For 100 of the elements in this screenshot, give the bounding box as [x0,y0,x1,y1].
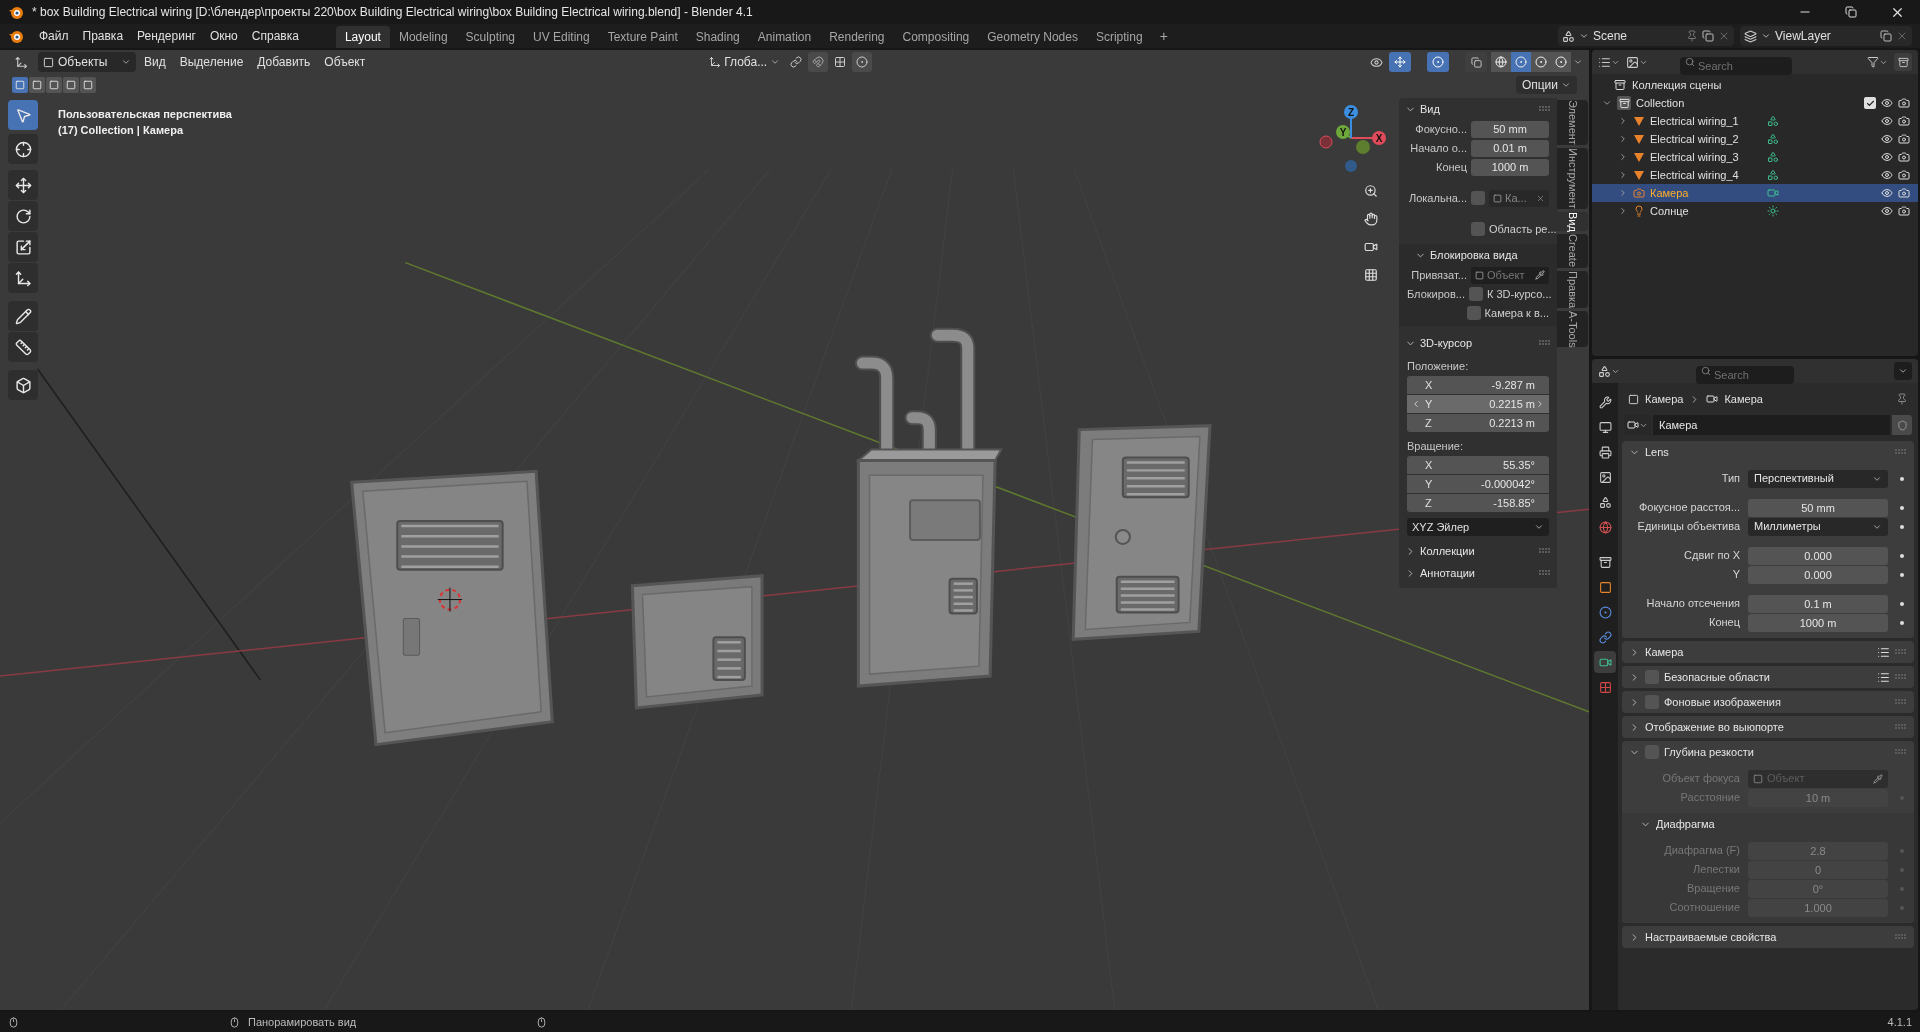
panel-title[interactable]: Аннотации [1420,564,1535,582]
vector-field[interactable]: X -9.287 m [1407,376,1549,394]
selection-mode-button[interactable] [80,77,96,93]
pin-icon[interactable] [1896,393,1908,405]
visibility-icon[interactable] [1881,187,1893,199]
checkbox[interactable] [1471,191,1485,205]
menu-item[interactable]: Файл [32,26,76,46]
number-field[interactable]: 0.01 m [1471,139,1549,157]
workspace-tab[interactable]: Compositing [893,26,979,48]
workspace-tab[interactable]: Sculpting [456,26,524,48]
sidebar-tab[interactable]: Вид [1557,211,1588,232]
shading-mode-button[interactable] [1531,52,1551,72]
view-layer-selector[interactable]: ViewLayer [1740,26,1912,46]
checkbox[interactable] [1468,287,1483,301]
render-icon[interactable] [1898,169,1910,181]
shading-mode-button[interactable] [1551,52,1571,72]
panel-title[interactable]: Блокировка вида [1430,246,1551,264]
panel-title[interactable]: Вид [1420,100,1535,118]
outliner-item[interactable]: Collection [1636,94,1859,112]
visibility-icon[interactable] [1881,133,1893,145]
vector-field[interactable]: Z -158.85° [1407,494,1549,512]
outliner-row[interactable]: Electrical wiring_3 [1592,148,1918,166]
render-icon[interactable] [1898,115,1910,127]
tool-button[interactable] [8,232,38,262]
presets-icon[interactable] [1877,670,1890,684]
menu-item[interactable]: Добавить [251,53,317,71]
menu-item[interactable]: Объект [318,53,372,71]
menu-item[interactable]: Вид [138,53,172,71]
outliner-item[interactable]: Солнце [1650,202,1762,220]
proportional-edit-button[interactable] [852,52,873,72]
number-field[interactable]: 1000 m [1471,158,1549,176]
panel-title[interactable]: Фоновые изображения [1664,693,1890,711]
exclude-checkbox[interactable] [1864,97,1876,109]
scene-selector[interactable]: Scene [1558,26,1734,46]
properties-tab[interactable] [1594,651,1616,673]
dropdown[interactable]: Миллиметры [1748,517,1888,536]
menu-item[interactable]: Правка [75,26,131,46]
vector-field[interactable]: X 55.35° [1407,456,1549,474]
tool-button[interactable] [8,301,38,331]
axis-gizmo-drawing[interactable] [1319,105,1386,172]
checkbox[interactable] [1466,306,1481,320]
render-icon[interactable] [1898,97,1910,109]
tool-button[interactable] [8,370,38,400]
expand-toggle-icon[interactable] [1618,134,1628,144]
editor-type-button[interactable] [1598,364,1620,378]
selection-mode-button[interactable] [63,77,79,93]
menu-item[interactable]: Выделение [173,53,250,71]
workspace-tab[interactable]: UV Editing [524,26,599,48]
expand-toggle-icon[interactable] [1618,152,1628,162]
presets-icon[interactable] [1877,645,1890,659]
selection-mode-button[interactable] [29,77,45,93]
workspace-tab[interactable]: Animation [748,26,821,48]
number-field[interactable]: 0.000 [1748,546,1888,565]
workspace-tab[interactable]: Layout [335,26,390,48]
panel-title[interactable]: Камера [1645,643,1872,661]
outliner-item[interactable]: Камера [1650,184,1762,202]
gizmo-toggle-button[interactable] [1389,52,1411,72]
render-icon[interactable] [1898,133,1910,145]
datablock-name-field[interactable]: Камера [1653,415,1890,435]
outliner-row[interactable]: Солнце [1592,202,1918,220]
sidebar-tab[interactable]: Инструмент [1557,147,1588,209]
visibility-icon[interactable] [1881,151,1893,163]
sidebar-tab[interactable]: Элемент [1557,100,1588,145]
panel-title[interactable]: Lens [1645,443,1890,461]
visibility-icon[interactable] [1881,169,1893,181]
workspace-tab[interactable]: Rendering [820,26,894,48]
add-workspace-button[interactable]: + [1151,25,1176,47]
selection-mode-button[interactable] [12,77,28,93]
visibility-icon[interactable] [1881,97,1893,109]
overlay-toggle-button[interactable] [1427,52,1449,72]
vector-field[interactable]: Z 0.2213 m [1407,414,1549,432]
outliner-row[interactable]: Electrical wiring_2 [1592,130,1918,148]
filter-mode-button[interactable] [1626,55,1648,69]
tool-button[interactable] [8,134,38,164]
outliner-item[interactable]: Коллекция сцены [1632,76,1722,94]
panel-title[interactable]: Коллекции [1420,542,1535,560]
selection-mode-button[interactable] [46,77,62,93]
workspace-tab[interactable]: Geometry Nodes [978,26,1087,48]
shading-mode-button[interactable] [1511,52,1531,72]
menu-item[interactable]: Окно [202,26,245,46]
outliner-item[interactable]: Electrical wiring_1 [1650,112,1762,130]
outliner-row[interactable]: Electrical wiring_1 [1592,112,1918,130]
vector-field[interactable]: Y -0.000042° [1407,475,1549,493]
outliner-row[interactable]: Камера [1592,184,1918,202]
outliner-item[interactable]: Electrical wiring_2 [1650,130,1762,148]
xray-button[interactable] [1465,52,1487,72]
search-field[interactable]: Search [1696,366,1794,384]
panel-title[interactable]: Отображение во выюпорте [1645,718,1890,736]
panel-title[interactable]: Безопасные области [1664,668,1872,686]
number-field[interactable]: 0.1 m [1748,594,1888,613]
rotation-mode-dropdown[interactable]: XYZ Эйлер [1407,518,1549,536]
breadcrumb-item[interactable]: Камера [1645,390,1684,408]
render-icon[interactable] [1898,187,1910,199]
dropdown[interactable]: Перспективный [1748,469,1888,488]
workspace-tab[interactable]: Modeling [389,26,457,48]
expand-toggle-icon[interactable] [1618,170,1628,180]
object-field[interactable]: Ка... [1489,189,1549,207]
expand-toggle-icon[interactable] [1618,188,1628,198]
options-dropdown[interactable]: Опции [1515,76,1577,94]
orientation-dropdown[interactable]: Глоба... [705,52,785,72]
